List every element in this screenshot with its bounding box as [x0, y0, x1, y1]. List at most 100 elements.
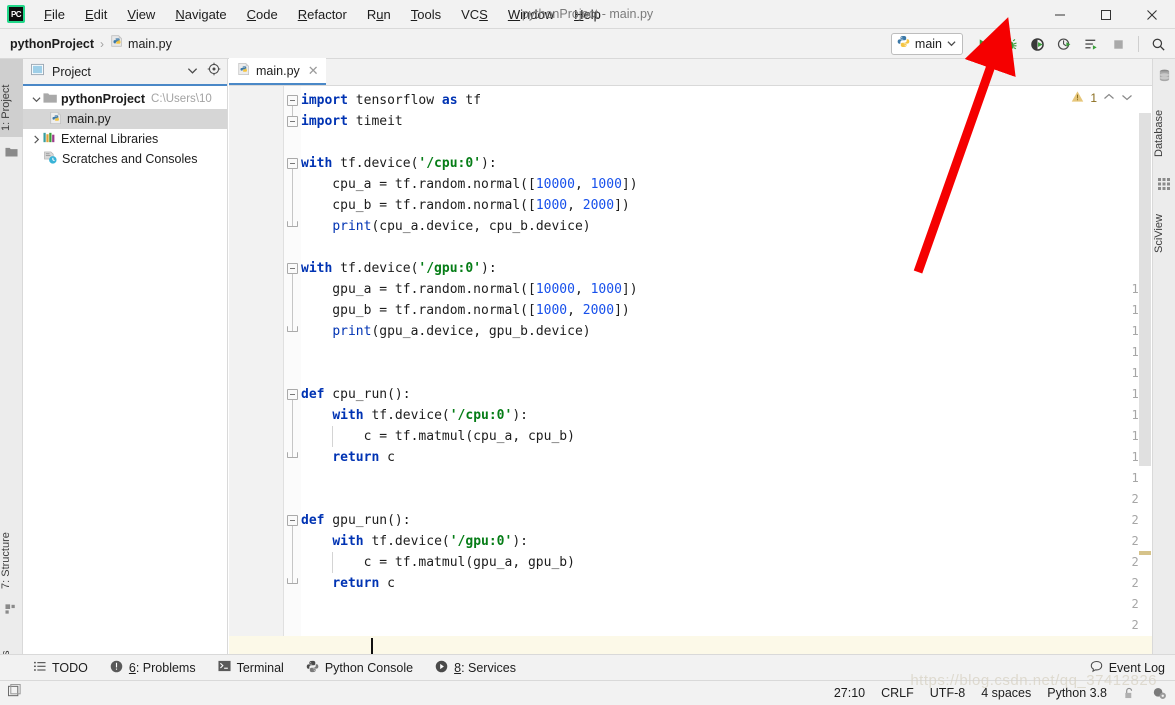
tool-window-problems[interactable]: 6: Problems: [99, 655, 207, 681]
sidebar-item-project[interactable]: 1: Project: [0, 59, 23, 137]
tree-node-external-libraries[interactable]: External Libraries: [23, 129, 227, 149]
python-interpreter[interactable]: Python 3.8: [1047, 686, 1107, 700]
editor-gutter[interactable]: [229, 86, 284, 654]
menu-item-navigate[interactable]: Navigate: [165, 0, 236, 29]
stop-button[interactable]: [1106, 32, 1131, 56]
status-right-group: 27:10 CRLF UTF-8 4 spaces Python 3.8: [834, 686, 1167, 700]
left-tool-window-strip: 1: Project 7: Structure 2: Favorites: [0, 59, 23, 705]
code-fold-marker[interactable]: [287, 116, 298, 127]
file-encoding[interactable]: UTF-8: [930, 686, 965, 700]
profile-button[interactable]: [1052, 32, 1077, 56]
code-fold-marker[interactable]: [287, 158, 298, 169]
code-line: with tf.device('/cpu:0'):: [301, 156, 497, 171]
code-editor[interactable]: 1 12345678910111213141516171819202122232…: [229, 86, 1152, 654]
code-line: gpu_b = tf.random.normal([1000, 2000]): [301, 303, 630, 318]
tree-node-label: External Libraries: [61, 132, 159, 146]
run-button[interactable]: [971, 32, 996, 56]
chevron-right-icon[interactable]: [29, 134, 43, 144]
event-log-button[interactable]: Event Log: [1090, 660, 1165, 676]
collapse-all-icon[interactable]: [187, 63, 198, 81]
sidebar-item-database[interactable]: Database: [1153, 87, 1175, 163]
frame-icon[interactable]: [7, 683, 22, 703]
run-configuration-label: main: [914, 37, 942, 51]
chevron-up-icon[interactable]: [1103, 91, 1115, 106]
menu-item-view[interactable]: View: [117, 0, 165, 29]
project-panel-header: Project: [23, 59, 227, 86]
tree-node-pythonproject[interactable]: pythonProject C:\Users\10: [23, 89, 227, 109]
tool-window-terminal[interactable]: Terminal: [207, 655, 295, 681]
breadcrumb-project[interactable]: pythonProject: [10, 37, 94, 51]
menu-item-help[interactable]: Help: [564, 0, 611, 29]
code-fold-marker[interactable]: [287, 326, 298, 332]
code-fold-marker[interactable]: [287, 389, 298, 400]
main-menu: File Edit View Navigate Code Refactor Ru…: [34, 0, 611, 28]
warning-triangle-icon[interactable]: [1071, 90, 1084, 106]
libraries-icon: [43, 131, 57, 147]
run-with-coverage-button[interactable]: [1025, 32, 1050, 56]
sidebar-item-structure[interactable]: 7: Structure: [0, 499, 23, 595]
chevron-down-icon[interactable]: [1121, 91, 1133, 106]
code-line: cpu_a = tf.random.normal([10000, 1000]): [301, 177, 638, 192]
tree-node-scratches-and-consoles[interactable]: Scratches and Consoles: [23, 149, 227, 169]
close-button[interactable]: [1129, 0, 1175, 29]
unlocked-padlock-icon[interactable]: [1123, 687, 1136, 700]
menu-item-file[interactable]: File: [34, 0, 75, 29]
indent-setting[interactable]: 4 spaces: [981, 686, 1031, 700]
menu-item-vcs[interactable]: VCS: [451, 0, 498, 29]
code-fold-marker[interactable]: [287, 452, 298, 458]
sidebar-item-sciview[interactable]: SciView: [1153, 193, 1175, 259]
minimize-button[interactable]: [1037, 0, 1083, 29]
menu-item-tools[interactable]: Tools: [401, 0, 451, 29]
todo-list-icon: [34, 661, 46, 675]
line-separator[interactable]: CRLF: [881, 686, 914, 700]
tool-window-python-console[interactable]: Python Console: [295, 655, 424, 681]
menu-item-run[interactable]: Run: [357, 0, 401, 29]
close-icon[interactable]: ✕: [308, 63, 319, 79]
code-fold-marker[interactable]: [287, 515, 298, 526]
menu-item-window[interactable]: Window: [498, 0, 564, 29]
bottom-tool-window-bar: TODO 6: Problems Terminal Python Console…: [0, 654, 1175, 680]
tool-window-todo[interactable]: TODO: [23, 655, 99, 681]
caret-position[interactable]: 27:10: [834, 686, 865, 700]
warning-count: 1: [1090, 91, 1097, 105]
code-fold-marker[interactable]: [287, 263, 298, 274]
tree-node-main-py[interactable]: main.py: [23, 109, 227, 129]
tool-window-services[interactable]: 8: Services: [424, 655, 527, 681]
inspection-level-icon[interactable]: [1152, 686, 1167, 700]
project-window-icon: [31, 63, 44, 81]
editor-scrollbar[interactable]: [1138, 86, 1152, 654]
code-fold-marker[interactable]: [287, 221, 298, 227]
python-file-icon: [110, 34, 124, 53]
maximize-button[interactable]: [1083, 0, 1129, 29]
menu-item-refactor[interactable]: Refactor: [288, 0, 357, 29]
code-fold-marker[interactable]: [287, 578, 298, 584]
search-everywhere-button[interactable]: [1146, 32, 1171, 56]
run-configuration-selector[interactable]: main: [890, 33, 963, 55]
source-code[interactable]: import tensorflow as tf import timeit with…: [301, 86, 1152, 654]
menu-item-code[interactable]: Code: [237, 0, 288, 29]
tree-node-path: C:\Users\10: [151, 93, 212, 105]
target-icon[interactable]: [207, 62, 221, 81]
debug-button[interactable]: [998, 32, 1023, 56]
code-line: import tensorflow as tf: [301, 93, 482, 108]
scrollbar-warning-marker[interactable]: [1139, 551, 1151, 555]
code-folding-column[interactable]: [284, 86, 301, 654]
editor-tab-main-py[interactable]: main.py ✕: [229, 58, 326, 85]
tool-window-label: Database: [1153, 109, 1165, 157]
window-controls: [1037, 0, 1175, 29]
fold-bracket: [292, 520, 293, 583]
menu-item-edit[interactable]: Edit: [75, 0, 117, 29]
run-tool-button[interactable]: [1079, 32, 1104, 56]
code-line: gpu_a = tf.random.normal([10000, 1000]): [301, 282, 638, 297]
chevron-down-icon[interactable]: [29, 95, 43, 104]
code-line: c = tf.matmul(gpu_a, gpu_b): [301, 555, 575, 570]
scrollbar-thumb[interactable]: [1139, 113, 1151, 466]
tool-window-label: TODO: [52, 660, 88, 675]
indent-guide: [332, 552, 334, 573]
stop-square-icon: [1114, 39, 1123, 49]
maximize-icon: [1101, 9, 1111, 20]
code-fold-marker[interactable]: [287, 95, 298, 106]
breadcrumb-file[interactable]: main.py: [128, 37, 172, 51]
navigation-bar: pythonProject › main.py main: [0, 29, 1175, 59]
python-console-icon: [306, 660, 319, 676]
